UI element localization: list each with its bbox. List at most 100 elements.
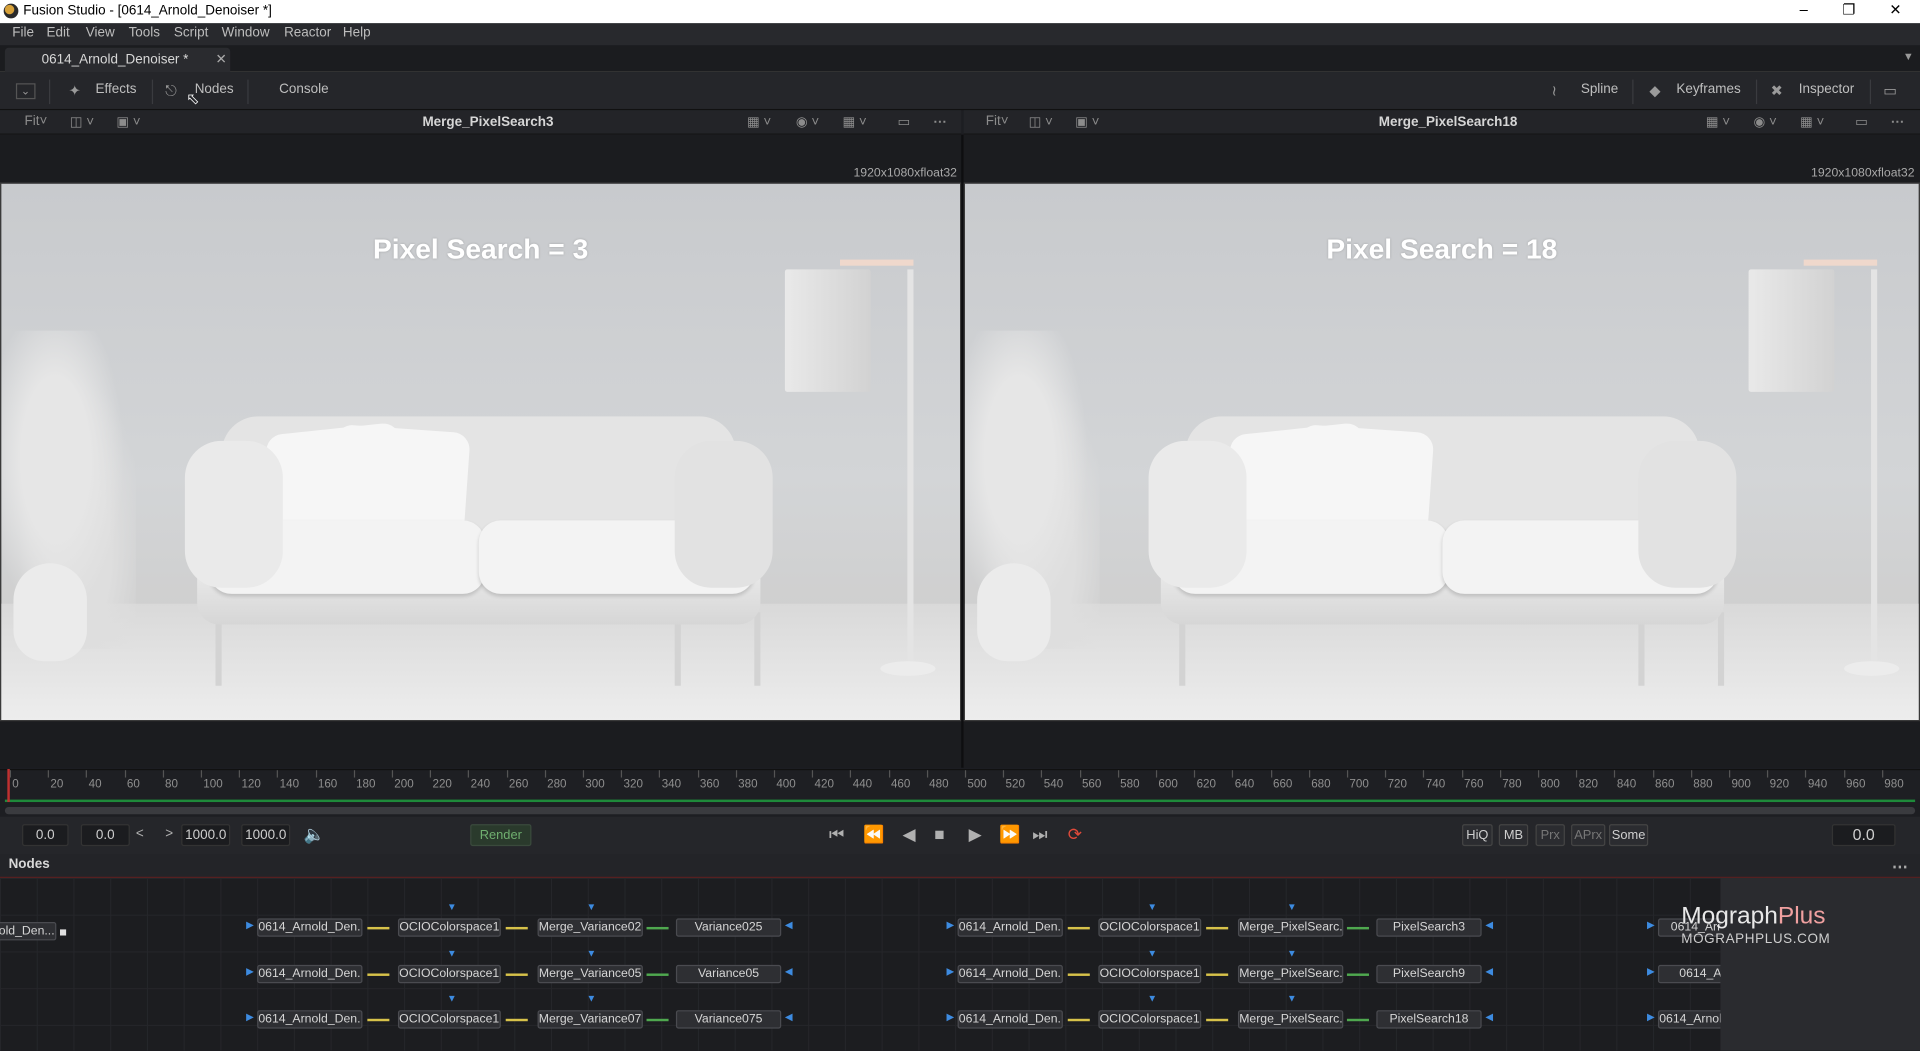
- effects-button[interactable]: Effects: [96, 82, 137, 97]
- menu-tools[interactable]: Tools: [129, 26, 160, 41]
- play-reverse-icon[interactable]: ◀: [902, 824, 915, 845]
- stop-icon[interactable]: ■: [934, 824, 944, 844]
- node-ocio-colorspace[interactable]: OCIOColorspace1: [397, 918, 501, 937]
- viewer-lut-icon[interactable]: ▦ ˅: [1706, 114, 1730, 130]
- more-options-icon[interactable]: ⋯: [933, 114, 946, 130]
- node-loader[interactable]: 0614_Arnold_Den...: [957, 918, 1063, 937]
- document-tab[interactable]: 0614_Arnold_Denoiser * ✕: [4, 47, 231, 73]
- node-loader[interactable]: 0614_Arnold_Den...: [257, 918, 363, 937]
- node-ocio-colorspace[interactable]: OCIOColorspace1...: [1098, 918, 1202, 937]
- close-tab-icon[interactable]: ✕: [216, 51, 227, 68]
- ruler-tick-line: [124, 770, 126, 778]
- hiq-toggle[interactable]: HiQ: [1462, 824, 1493, 847]
- aprx-toggle[interactable]: APrx: [1571, 824, 1606, 847]
- restore-icon[interactable]: ❐: [1827, 0, 1871, 23]
- grid-icon[interactable]: ▦ ˅: [842, 114, 866, 130]
- viewer-roi-icon[interactable]: ▣ ˅: [116, 114, 140, 130]
- prx-toggle[interactable]: Prx: [1535, 824, 1565, 847]
- node-graph[interactable]: old_Den... 0614_Arnold_Den... OCIOColorsp…: [0, 877, 1920, 1051]
- render-button[interactable]: Render: [470, 824, 532, 847]
- viewer-lut-icon[interactable]: ▦ ˅: [747, 114, 771, 130]
- viewer-right[interactable]: 1920x1080xfloat32 Pixel Search = 18: [963, 134, 1920, 768]
- safe-area-icon[interactable]: ▭: [898, 114, 911, 130]
- fit-dropdown-right[interactable]: Fit˅: [986, 114, 1009, 129]
- more-options-icon[interactable]: ⋯: [1891, 114, 1904, 130]
- current-time-field[interactable]: 0.0: [1831, 824, 1896, 847]
- rewind-icon[interactable]: ⏪: [863, 824, 884, 845]
- safe-area-icon[interactable]: ▭: [1855, 114, 1868, 130]
- tab-menu-icon[interactable]: ▼: [1903, 50, 1914, 62]
- viewer-color-icon[interactable]: ◉ ˅: [796, 114, 819, 130]
- some-toggle[interactable]: Some: [1608, 824, 1649, 847]
- node-merge[interactable]: Merge_Variance025: [537, 918, 643, 937]
- node-loader-partial[interactable]: old_Den...: [0, 922, 57, 941]
- grid-icon[interactable]: ▦ ˅: [1800, 114, 1824, 130]
- nodes-button[interactable]: Nodes: [195, 82, 234, 97]
- node-merge[interactable]: Merge_Variance05: [537, 964, 643, 984]
- chevron-left-icon[interactable]: <: [136, 827, 144, 842]
- menu-edit[interactable]: Edit: [47, 26, 70, 41]
- last-frame-icon[interactable]: ⏭: [1032, 824, 1047, 845]
- ruler-tick-line: [888, 770, 890, 778]
- node-merge[interactable]: Merge_PixelSearc...: [1237, 1010, 1344, 1029]
- global-end-field[interactable]: 1000.0: [241, 824, 291, 847]
- ruler-tick-label: 300: [585, 777, 605, 792]
- mb-toggle[interactable]: MB: [1498, 824, 1529, 847]
- menu-reactor[interactable]: Reactor: [284, 26, 331, 41]
- node-ocio-colorspace[interactable]: OCIOColorspace1...: [397, 1010, 501, 1029]
- render-end-field[interactable]: 1000.0: [181, 824, 231, 847]
- monitor-icon[interactable]: ▭: [1883, 82, 1897, 99]
- loop-icon[interactable]: ⟳: [1068, 824, 1082, 845]
- close-icon[interactable]: ✕: [1873, 0, 1917, 23]
- viewer-roi-icon[interactable]: ▣ ˅: [1075, 114, 1099, 130]
- first-frame-icon[interactable]: ⏮: [829, 824, 844, 845]
- floor-lamp: [784, 259, 936, 676]
- viewer-layout-icon[interactable]: ◫ ˅: [1029, 114, 1053, 130]
- node-output[interactable]: PixelSearch9: [1376, 964, 1482, 984]
- node-loader[interactable]: 0614_Arnold_Den...: [957, 1010, 1063, 1029]
- menu-help[interactable]: Help: [343, 26, 371, 41]
- viewer-color-icon[interactable]: ◉ ˅: [1753, 114, 1776, 130]
- mask-input-icon: ▼: [1147, 947, 1158, 959]
- chevron-right-icon[interactable]: >: [165, 827, 173, 842]
- console-button[interactable]: Console: [279, 82, 328, 97]
- menu-window[interactable]: Window: [222, 26, 270, 41]
- node-output[interactable]: Variance025: [675, 918, 782, 937]
- node-merge[interactable]: Merge_PixelSearc...: [1237, 964, 1344, 984]
- menu-script[interactable]: Script: [174, 26, 208, 41]
- play-icon[interactable]: ▶: [969, 824, 982, 845]
- node-output[interactable]: PixelSearch3: [1376, 918, 1482, 937]
- menu-file[interactable]: File: [12, 26, 34, 41]
- node-loader[interactable]: 0614_Arnold_Den...: [957, 964, 1063, 984]
- global-start-field[interactable]: 0.0: [80, 824, 130, 847]
- keyframes-button[interactable]: Keyframes: [1676, 82, 1740, 97]
- node-output[interactable]: Variance075: [675, 1010, 782, 1029]
- fast-forward-icon[interactable]: ⏩: [999, 824, 1020, 845]
- menu-view[interactable]: View: [86, 26, 115, 41]
- node-loader[interactable]: 0614_Arnold_Den...: [257, 964, 363, 984]
- node-loader[interactable]: 0614_Arnold_Den...: [257, 1010, 363, 1029]
- node-merge[interactable]: Merge_PixelSearc...: [1237, 918, 1344, 937]
- timeline-scrollbar[interactable]: [4, 806, 1916, 815]
- ruler-tick-label: 560: [1081, 777, 1102, 792]
- spline-button[interactable]: Spline: [1581, 82, 1618, 97]
- viewer-layout-icon[interactable]: ◫ ˅: [70, 114, 94, 130]
- minimize-icon[interactable]: –: [1782, 0, 1826, 23]
- node-output[interactable]: Variance05: [675, 964, 782, 984]
- ruler-tick-label: 100: [203, 777, 223, 792]
- render-start-field[interactable]: 0.0: [22, 824, 69, 847]
- more-options-icon[interactable]: ⋯: [1892, 857, 1908, 877]
- chevron-down-icon[interactable]: ⌄: [15, 83, 35, 100]
- inspector-button[interactable]: Inspector: [1799, 82, 1854, 97]
- timeline-ruler[interactable]: 0 20 40 60 80 100 120 140 160 180 200 220 240 260 280 3…: [0, 768, 1920, 800]
- playhead[interactable]: [7, 768, 10, 803]
- audio-icon[interactable]: 🔈: [304, 824, 325, 845]
- viewer-left[interactable]: 1920x1080xfloat32 Pixel Search = 3: [0, 134, 962, 768]
- node-ocio-colorspace[interactable]: OCIOColorspace1...: [1098, 964, 1202, 984]
- fit-dropdown-left[interactable]: Fit˅: [24, 114, 47, 129]
- node-ocio-colorspace[interactable]: OCIOColorspace1...: [397, 964, 501, 984]
- node-merge[interactable]: Merge_Variance075: [537, 1010, 643, 1029]
- node-output[interactable]: PixelSearch18: [1376, 1010, 1482, 1029]
- node-ocio-colorspace[interactable]: OCIOColorspace1...: [1098, 1010, 1202, 1029]
- main-toolbar: ⌄ ✦ Effects ⎋ Nodes ⬁ Console ≀ Spline ◆…: [0, 72, 1920, 111]
